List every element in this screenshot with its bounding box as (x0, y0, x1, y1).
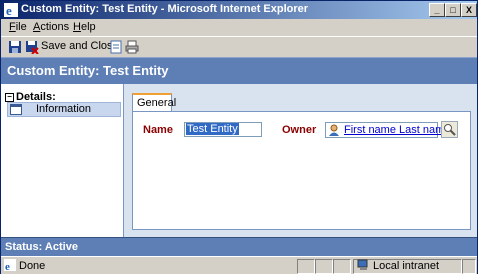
title-bar: e Custom Entity: Test Entity - Microsoft… (1, 1, 477, 19)
page-title: Custom Entity: Test Entity (7, 63, 169, 78)
collapse-icon[interactable]: − (5, 92, 14, 102)
form-body: − Details: Information General Name Test … (1, 84, 477, 237)
status-segment (315, 259, 333, 274)
maximize-button[interactable]: □ (445, 3, 461, 17)
left-navigation: − Details: Information (1, 84, 124, 237)
menu-actions[interactable]: Actions (33, 21, 69, 33)
status-text: Done (19, 260, 46, 272)
owner-field[interactable]: First name Last name (325, 122, 450, 138)
general-panel: Name Test Entity Owner First name Last n… (132, 111, 471, 230)
menu-help[interactable]: Help (73, 21, 96, 33)
form-header: Custom Entity: Test Entity (1, 57, 477, 85)
name-value: Test Entity (186, 123, 239, 135)
resize-grip[interactable] (462, 259, 476, 274)
tab-general[interactable]: General (132, 93, 176, 112)
menu-bar: File Actions Help (1, 19, 477, 35)
user-icon (329, 124, 339, 136)
save-and-close-button[interactable]: Save and Close (41, 40, 119, 52)
form-icon (10, 104, 22, 115)
print-icon[interactable] (125, 40, 139, 54)
owner-link[interactable]: First name Last name (344, 124, 450, 136)
page-done-icon: e (4, 259, 16, 271)
save-and-close-icon[interactable] (25, 40, 39, 54)
record-status: Status: Active (5, 241, 78, 253)
attach-icon[interactable] (109, 40, 123, 54)
owner-label: Owner (282, 124, 317, 136)
menu-file[interactable]: File (9, 21, 27, 33)
internet-explorer-icon: e (4, 3, 18, 17)
window-title: Custom Entity: Test Entity - Microsoft I… (21, 3, 309, 15)
svg-text:e: e (6, 3, 12, 17)
save-icon[interactable] (8, 40, 22, 54)
form-status-bar: Status: Active (1, 237, 477, 256)
lookup-button[interactable] (441, 121, 458, 138)
browser-status-bar: e Done Local intranet (1, 256, 477, 274)
name-field[interactable]: Test Entity (184, 122, 262, 137)
name-label: Name (143, 124, 173, 136)
status-segment (297, 259, 315, 274)
svg-text:e: e (5, 261, 10, 271)
lookup-icon (444, 124, 456, 136)
minimize-button[interactable]: _ (429, 3, 445, 17)
nav-item-label: Information (36, 103, 92, 115)
tab-label: General (137, 97, 177, 109)
local-intranet-icon (357, 259, 368, 270)
zone-text: Local intranet (373, 260, 440, 272)
browser-window: e Custom Entity: Test Entity - Microsoft… (0, 0, 478, 274)
form-area: General Name Test Entity Owner First nam… (124, 84, 477, 237)
nav-item-information[interactable]: Information (7, 102, 121, 117)
toolbar: Save and Close (1, 36, 477, 57)
status-segment (333, 259, 351, 274)
close-button[interactable]: X (461, 3, 477, 17)
